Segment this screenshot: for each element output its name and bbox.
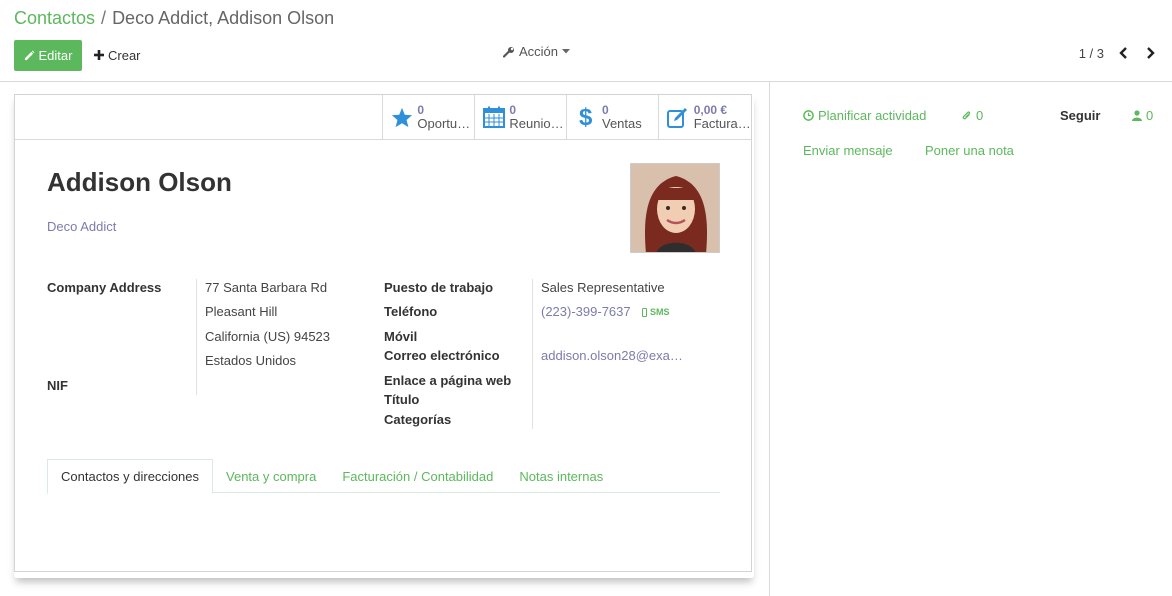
stat-text: 0,00 € Facturado <box>694 103 751 131</box>
avatar-image <box>631 164 719 252</box>
parent-company-link[interactable]: Deco Addict <box>47 219 116 234</box>
tab-invoicing[interactable]: Facturación / Contabilidad <box>329 459 506 493</box>
breadcrumb-current: Deco Addict, Addison Olson <box>112 8 335 28</box>
dollar-icon: $ <box>573 104 599 130</box>
company-address-label: Company Address <box>47 280 162 295</box>
pager-previous-button[interactable] <box>1114 44 1132 62</box>
website-label: Enlace a página web <box>384 373 512 388</box>
tab-internal-notes[interactable]: Notas internas <box>506 459 616 493</box>
stat-value: 0,00 € <box>693 103 728 117</box>
attachments-count: 0 <box>976 108 984 123</box>
mobile-label: Móvil <box>384 329 418 344</box>
chatter: Planificar actividad 0 Seguir 0 Enviar m… <box>769 82 1172 596</box>
invoice-icon <box>665 106 691 128</box>
sms-button[interactable]: SMS <box>642 307 670 317</box>
send-message-button[interactable]: Enviar mensaje <box>803 143 893 158</box>
column-divider <box>532 279 533 429</box>
attachments-button[interactable]: 0 <box>961 108 983 123</box>
tab-contacts-addresses[interactable]: Contactos y direcciones <box>47 459 214 494</box>
job-position-label: Puesto de trabajo <box>384 280 494 295</box>
follow-button[interactable]: Seguir <box>1060 108 1100 123</box>
schedule-activity-label: Planificar actividad <box>818 108 927 123</box>
schedule-activity-button[interactable]: Planificar actividad <box>803 108 926 123</box>
email-link[interactable]: addison.olson28@exa… <box>541 348 683 363</box>
pager: 1 / 3 <box>1079 44 1160 62</box>
address-street: 77 Santa Barbara Rd <box>205 280 328 295</box>
pencil-icon <box>24 50 34 61</box>
mobile-icon <box>642 307 647 317</box>
stat-text: 0 Oportunidades <box>417 103 474 131</box>
title-label: Título <box>384 392 420 407</box>
action-dropdown[interactable]: Acción <box>503 44 571 59</box>
form-sheet: 0 Oportunidades 0 Reuniones $ <box>14 94 752 572</box>
clock-icon <box>803 110 814 121</box>
calendar-icon <box>481 106 506 128</box>
star-icon <box>389 107 414 128</box>
address-state-zip: California (US) 94523 <box>205 329 331 344</box>
avatar[interactable] <box>630 163 720 253</box>
notebook-tabs: Contactos y direcciones Venta y compra F… <box>47 459 720 494</box>
address-country: Estados Unidos <box>205 353 297 368</box>
job-position-value: Sales Representative <box>541 280 665 295</box>
stat-label: Ventas <box>602 117 642 131</box>
tab-sales-purchase[interactable]: Venta y compra <box>213 459 329 493</box>
phone-link[interactable]: (223)-399-7637 <box>541 304 631 319</box>
partner-name[interactable]: Addison Olson <box>47 167 232 198</box>
edit-button[interactable]: Editar <box>14 40 82 71</box>
button-box-divider <box>15 139 751 140</box>
stat-value: 0 <box>417 103 425 117</box>
wrench-icon <box>503 46 514 58</box>
edit-button-label: Editar <box>38 48 73 63</box>
stat-text: 0 Reuniones <box>509 103 566 131</box>
stat-label: Oportunidades <box>417 117 474 131</box>
column-divider <box>196 279 197 395</box>
sales-stat-button[interactable]: $ 0 Ventas <box>567 95 659 139</box>
stat-label: Facturado <box>693 117 751 131</box>
tags-label: Categorías <box>384 412 452 427</box>
control-panel: Contactos / Deco Addict, Addison Olson Edi… <box>0 0 1172 82</box>
email-label: Correo electrónico <box>384 348 500 363</box>
paperclip-icon <box>962 111 971 120</box>
svg-text:$: $ <box>579 104 593 130</box>
user-icon <box>1132 110 1142 121</box>
vat-label: NIF <box>47 378 68 393</box>
address-city: Pleasant Hill <box>205 304 278 319</box>
chevron-left-icon <box>1119 47 1127 59</box>
button-box: 0 Oportunidades 0 Reuniones $ <box>382 95 751 139</box>
action-dropdown-label: Acción <box>519 44 559 59</box>
pager-value[interactable]: 1 / 3 <box>1079 46 1104 61</box>
stat-value: 0 <box>509 103 517 117</box>
pager-next-button[interactable] <box>1142 44 1160 62</box>
breadcrumb: Contactos / Deco Addict, Addison Olson <box>14 8 334 29</box>
phone-label: Teléfono <box>384 304 438 319</box>
log-note-button[interactable]: Poner una nota <box>925 143 1014 158</box>
followers-count: 0 <box>1146 108 1154 123</box>
sms-label: SMS <box>650 307 670 317</box>
plus-icon <box>94 50 104 60</box>
create-button[interactable]: Crear <box>94 44 141 66</box>
breadcrumb-parent-link[interactable]: Contactos <box>14 8 95 28</box>
meetings-stat-button[interactable]: 0 Reuniones <box>475 95 567 139</box>
breadcrumb-separator: / <box>101 8 107 28</box>
stat-text: 0 Ventas <box>602 103 642 131</box>
stat-label: Reuniones <box>509 117 566 131</box>
followers-button[interactable]: 0 <box>1132 108 1153 123</box>
opportunities-stat-button[interactable]: 0 Oportunidades <box>383 95 475 139</box>
create-button-label: Crear <box>108 47 141 63</box>
stat-value: 0 <box>602 103 609 117</box>
invoiced-stat-button[interactable]: 0,00 € Facturado <box>659 95 751 139</box>
chevron-right-icon <box>1147 47 1155 59</box>
caret-down-icon <box>562 49 571 54</box>
